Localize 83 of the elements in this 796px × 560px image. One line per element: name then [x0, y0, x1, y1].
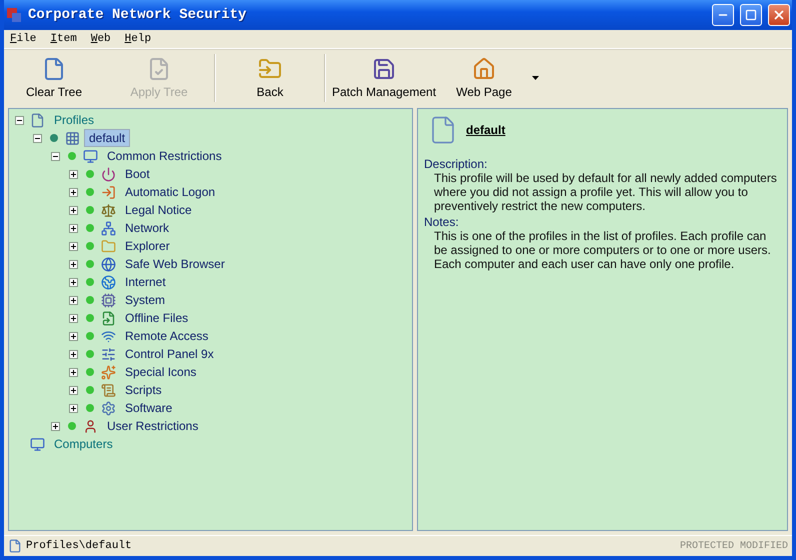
tree-item[interactable]: Offline Files	[120, 309, 194, 327]
section-text: This profile will be used by default for all newly added computers where you did not assign a profile yet. This will allow you to preventively restrict the new computers.	[433, 171, 778, 213]
login-icon	[101, 184, 116, 200]
expand-icon[interactable]	[69, 404, 78, 412]
expand-icon[interactable]	[69, 350, 78, 358]
monitor-icon	[83, 148, 98, 164]
tree-item[interactable]: User Restrictions	[102, 417, 204, 435]
toolbar-button[interactable]: Patch Management	[326, 52, 442, 104]
toolbar-button[interactable]: Clear Tree	[4, 52, 104, 104]
expand-icon[interactable]	[69, 224, 78, 232]
section-heading: Notes:	[424, 215, 460, 229]
expand-icon[interactable]	[69, 260, 78, 268]
file-icon	[8, 539, 22, 553]
close-button[interactable]	[768, 4, 790, 26]
scales-icon	[101, 202, 116, 218]
scroll-icon	[101, 382, 116, 398]
wifi-icon	[101, 328, 116, 344]
close-icon	[772, 8, 786, 22]
maximize-icon	[745, 9, 757, 21]
expand-icon[interactable]	[69, 188, 78, 196]
menu-item[interactable]: Item	[50, 33, 77, 45]
power-icon	[101, 166, 116, 182]
expand-icon[interactable]	[69, 332, 78, 340]
network-icon	[101, 220, 116, 236]
file-link-icon	[101, 310, 116, 326]
gear-icon	[101, 400, 116, 416]
tree-item[interactable]: default	[84, 129, 130, 147]
tree-item[interactable]: Boot	[120, 165, 155, 183]
user-icon	[83, 418, 98, 434]
tree-item[interactable]: Computers	[49, 435, 118, 453]
section-heading: Description:	[424, 157, 488, 171]
app-icon	[6, 7, 22, 23]
monitor-icon	[30, 436, 45, 452]
tree-item[interactable]: Explorer	[120, 237, 175, 255]
tree-item[interactable]: Special Icons	[120, 363, 202, 381]
checked-file-icon	[147, 57, 171, 81]
file-icon	[42, 57, 66, 81]
expand-icon[interactable]	[51, 422, 60, 430]
expand-icon[interactable]	[69, 170, 78, 178]
expand-icon[interactable]	[69, 368, 78, 376]
globe-icon	[101, 256, 116, 272]
collapse-icon[interactable]	[51, 152, 60, 160]
sliders-icon	[101, 346, 116, 362]
menu-item[interactable]: Web	[90, 33, 111, 45]
file-icon	[30, 112, 45, 128]
tree-item[interactable]: System	[120, 291, 170, 309]
profile-title: default	[466, 123, 506, 137]
house-icon	[472, 57, 496, 81]
expand-icon[interactable]	[69, 206, 78, 214]
folder-arrow-icon	[258, 57, 282, 81]
sparkles-icon	[101, 364, 116, 380]
tree-item[interactable]: Internet	[120, 273, 171, 291]
status-path: Profiles\default	[26, 540, 133, 552]
expand-icon[interactable]	[69, 296, 78, 304]
chip-icon	[101, 292, 116, 308]
tree-item[interactable]: Network	[120, 219, 174, 237]
toolbar-button[interactable]: Web Page	[442, 52, 526, 104]
minimize-button[interactable]	[712, 4, 734, 26]
collapse-icon[interactable]	[15, 116, 24, 124]
expand-icon[interactable]	[69, 314, 78, 322]
collapse-icon[interactable]	[33, 134, 42, 142]
tree-item[interactable]: Scripts	[120, 381, 167, 399]
expand-icon[interactable]	[69, 278, 78, 286]
menu-item[interactable]: File	[10, 33, 36, 45]
tree-item[interactable]: Legal Notice	[120, 201, 197, 219]
earth-icon	[101, 274, 116, 290]
tree-item[interactable]: Common Restrictions	[102, 147, 227, 165]
tree-item[interactable]: Profiles	[49, 111, 100, 129]
tree-item[interactable]: Software	[120, 399, 178, 417]
expand-icon[interactable]	[69, 242, 78, 250]
maximize-button[interactable]	[740, 4, 762, 26]
menu-item[interactable]: Help	[124, 33, 152, 45]
expand-icon[interactable]	[69, 386, 78, 394]
tree-item[interactable]: Remote Access	[120, 327, 214, 345]
status-flags: PROTECTED MODIFIED	[680, 540, 788, 552]
folder-icon	[101, 238, 116, 254]
toolbar-button[interactable]: Back	[216, 52, 324, 104]
section-text: This is one of the profiles in the list of profiles. Each profile can be assigned to one or more computers or to one or more users. Each computer and each user can have only one profile.	[433, 229, 772, 271]
tree-item[interactable]: Automatic Logon	[120, 183, 220, 201]
window-title: Corporate Network Security	[28, 7, 248, 23]
tree-item[interactable]: Safe Web Browser	[120, 255, 230, 273]
grid-icon	[65, 130, 80, 146]
tree-item[interactable]: Control Panel 9x	[120, 345, 219, 363]
